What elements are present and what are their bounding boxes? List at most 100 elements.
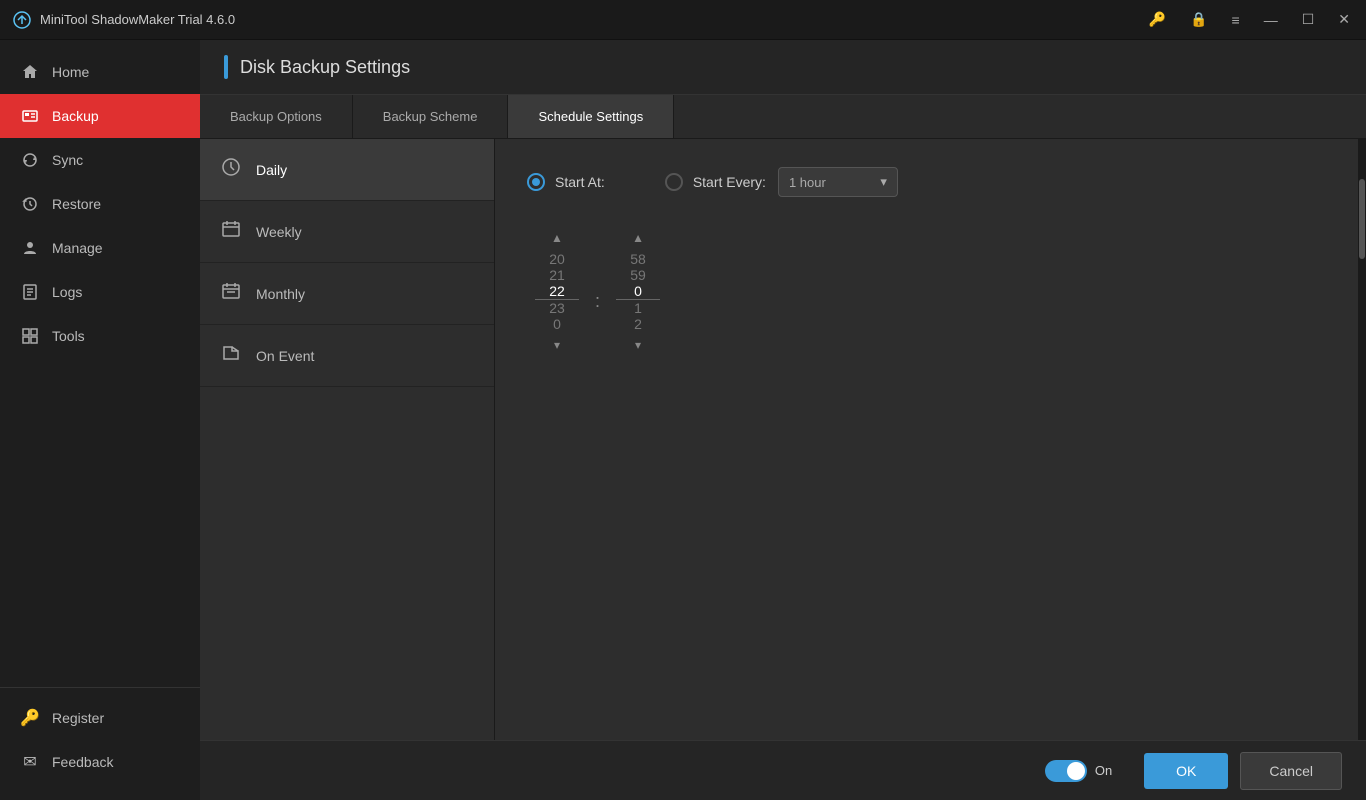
sidebar-label-manage: Manage [52,240,103,256]
panel-content: Daily Weekly [200,139,1366,740]
start-at-option[interactable]: Start At: [527,173,605,191]
hours-column: ▲ 20 21 22 23 0 ▾ [527,225,587,358]
schedule-type-monthly[interactable]: Monthly [200,263,494,325]
app-title: MiniTool ShadowMaker Trial 4.6.0 [40,12,1145,27]
logs-icon [20,282,40,302]
minute-value-2: 2 [616,316,660,332]
sidebar-label-restore: Restore [52,196,101,212]
schedule-type-on-event-label: On Event [256,348,314,364]
hour-value-22: 22 [535,283,579,300]
sidebar-label-register: Register [52,710,104,726]
tab-backup-scheme[interactable]: Backup Scheme [353,95,509,138]
hour-value-0: 0 [535,316,579,332]
sidebar-label-tools: Tools [52,328,85,344]
ok-button[interactable]: OK [1144,753,1228,789]
title-bar: MiniTool ShadowMaker Trial 4.6.0 🔑 🔒 ≡ —… [0,0,1366,40]
page-title: Disk Backup Settings [240,57,410,78]
tabs-row: Backup Options Backup Scheme Schedule Se… [200,95,1366,139]
register-icon: 🔑 [20,708,40,728]
sidebar-item-backup[interactable]: Backup [0,94,200,138]
minutes-up-button[interactable]: ▲ [618,225,658,251]
title-actions: 🔑 🔒 ≡ — ☐ ✕ [1145,7,1354,32]
content-area: Disk Backup Settings Backup Options Back… [200,40,1366,800]
hour-value-20: 20 [535,251,579,267]
sidebar-bottom: 🔑 Register ✉ Feedback [0,687,200,800]
cancel-button[interactable]: Cancel [1240,752,1342,790]
sidebar-item-sync[interactable]: Sync [0,138,200,182]
start-every-option[interactable]: Start Every: [665,173,766,191]
tools-icon [20,326,40,346]
sidebar-label-feedback: Feedback [52,754,113,770]
start-every-label: Start Every: [693,174,766,190]
feedback-icon: ✉ [20,752,40,772]
sidebar: Home Backup Sync [0,40,200,800]
monthly-icon [220,281,242,306]
sync-icon [20,150,40,170]
schedule-type-weekly[interactable]: Weekly [200,201,494,263]
schedule-type-daily-label: Daily [256,162,287,178]
close-button[interactable]: ✕ [1334,7,1354,32]
daily-icon [220,157,242,182]
schedule-settings-panel: Start At: Start Every: 1 hour ▾ [495,139,1358,740]
radio-row: Start At: Start Every: 1 hour ▾ [527,167,1326,197]
chevron-down-icon: ▾ [880,174,887,190]
minute-value-0: 0 [616,283,660,300]
sidebar-label-home: Home [52,64,89,80]
schedule-type-weekly-label: Weekly [256,224,302,240]
sidebar-item-tools[interactable]: Tools [0,314,200,358]
accent-bar [224,55,228,79]
sidebar-item-home[interactable]: Home [0,50,200,94]
app-icon [12,10,32,30]
sidebar-item-logs[interactable]: Logs [0,270,200,314]
start-every-radio[interactable] [665,173,683,191]
schedule-type-daily[interactable]: Daily [200,139,494,201]
main-layout: Home Backup Sync [0,40,1366,800]
schedule-type-on-event[interactable]: On Event [200,325,494,387]
toggle-label: On [1095,763,1112,778]
sidebar-item-restore[interactable]: Restore [0,182,200,226]
scrollbar-track [1358,139,1366,740]
key-icon[interactable]: 🔑 [1145,7,1170,32]
start-every-section: Start Every: 1 hour ▾ [665,167,898,197]
home-icon [20,62,40,82]
hour-value-23: 23 [535,300,579,316]
minute-value-58: 58 [616,251,660,267]
menu-icon[interactable]: ≡ [1228,8,1244,32]
time-colon-separator: : [587,291,608,312]
manage-icon [20,238,40,258]
sidebar-item-register[interactable]: 🔑 Register [0,696,200,740]
lock-icon[interactable]: 🔒 [1186,7,1211,32]
on-event-icon [220,343,242,368]
minutes-down-button[interactable]: ▾ [618,332,658,358]
page-header: Disk Backup Settings [200,40,1366,95]
sidebar-label-logs: Logs [52,284,82,300]
maximize-button[interactable]: ☐ [1298,7,1319,32]
scrollbar-thumb[interactable] [1359,179,1365,259]
weekly-icon [220,219,242,244]
footer: On OK Cancel [200,740,1366,800]
hours-down-button[interactable]: ▾ [537,332,577,358]
tab-schedule-settings[interactable]: Schedule Settings [508,95,674,138]
interval-value: 1 hour [789,175,826,190]
toggle-container: On [1045,760,1112,782]
sidebar-item-feedback[interactable]: ✉ Feedback [0,740,200,784]
toggle-switch[interactable] [1045,760,1087,782]
sidebar-label-backup: Backup [52,108,99,124]
tab-backup-options[interactable]: Backup Options [200,95,353,138]
minimize-button[interactable]: — [1260,8,1282,32]
start-at-radio[interactable] [527,173,545,191]
interval-dropdown[interactable]: 1 hour ▾ [778,167,898,197]
schedule-types-list: Daily Weekly [200,139,495,740]
minute-value-59: 59 [616,267,660,283]
minute-value-1: 1 [616,300,660,316]
time-picker: ▲ 20 21 22 23 0 ▾ : ▲ 58 59 0 1 [527,225,1326,358]
hours-up-button[interactable]: ▲ [537,225,577,251]
restore-icon [20,194,40,214]
sidebar-item-manage[interactable]: Manage [0,226,200,270]
minutes-column: ▲ 58 59 0 1 2 ▾ [608,225,668,358]
hour-value-21: 21 [535,267,579,283]
backup-icon [20,106,40,126]
schedule-type-monthly-label: Monthly [256,286,305,302]
start-at-label: Start At: [555,174,605,190]
sidebar-label-sync: Sync [52,152,83,168]
